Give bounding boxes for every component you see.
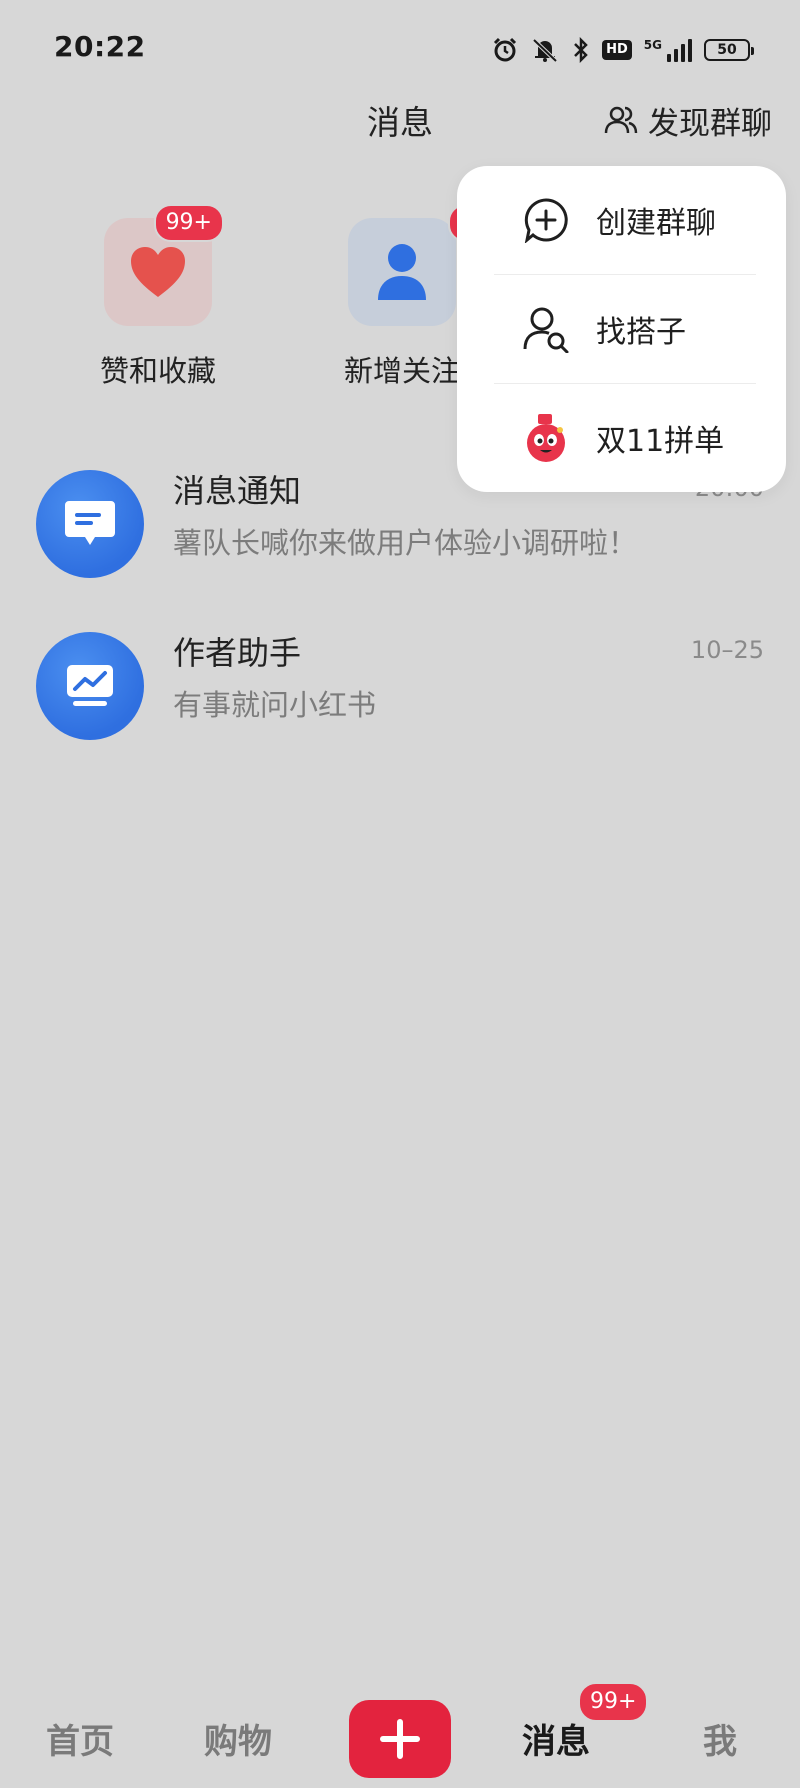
bluetooth-icon — [574, 37, 588, 63]
likes-count-badge: 99+ — [153, 204, 224, 242]
message-title: 消息通知 — [173, 472, 302, 510]
menu-item-double11-group-buy[interactable]: 双11拼单 — [457, 384, 786, 492]
battery-level: 50 — [717, 42, 737, 58]
person-icon — [378, 244, 426, 300]
bottom-nav: 首页 购物 消息 99+ 我 — [0, 1682, 800, 1788]
nav-home[interactable]: 首页 — [46, 1714, 114, 1763]
signal-icon: 5G — [643, 37, 692, 62]
discover-group-label: 发现群聊 — [648, 105, 772, 142]
plus-icon — [380, 1719, 420, 1759]
nav-messages[interactable]: 消息 — [522, 1714, 590, 1763]
tile-label: 赞和收藏 — [99, 354, 216, 388]
message-preview: 有事就问小红书 — [173, 688, 377, 722]
alarm-icon — [494, 37, 517, 62]
menu-item-find-partner[interactable]: 找搭子 — [457, 275, 786, 383]
message-time: 10–25 — [690, 636, 764, 664]
messages-nav-badge: 99+ — [578, 1682, 649, 1722]
hd-icon: HD — [602, 40, 632, 60]
mascot-icon — [522, 414, 570, 462]
list-item[interactable]: 作者助手 有事就问小红书 10–25 — [0, 622, 800, 762]
nav-me[interactable]: 我 — [703, 1714, 737, 1763]
people-icon — [604, 106, 638, 134]
mute-bell-icon — [532, 38, 558, 63]
menu-item-label: 创建群聊 — [596, 206, 716, 241]
add-chat-icon — [522, 196, 570, 244]
battery-icon: 50 — [704, 39, 754, 61]
network-label: 5G — [643, 37, 662, 52]
discover-group-button[interactable]: 发现群聊 — [604, 96, 772, 144]
tile-likes-favorites[interactable]: 99+ 赞和收藏 — [78, 204, 238, 390]
group-chat-popup-menu: 创建群聊 找搭子 双11拼单 — [457, 166, 786, 492]
find-person-icon — [522, 305, 570, 353]
chat-bubble-icon — [65, 501, 115, 545]
message-title: 作者助手 — [173, 634, 302, 672]
status-time: 20:22 — [54, 30, 146, 63]
chart-board-icon — [67, 665, 113, 706]
nav-shopping[interactable]: 购物 — [204, 1714, 272, 1763]
heart-icon — [131, 247, 185, 297]
tile-icon-box: 7 — [348, 204, 486, 326]
status-icons: HD 5G 50 — [492, 30, 754, 70]
menu-item-label: 双11拼单 — [596, 424, 725, 459]
author-assistant-avatar — [36, 632, 144, 740]
menu-item-label: 找搭子 — [596, 315, 686, 350]
notification-avatar — [36, 470, 144, 578]
tile-icon-box: 99+ — [104, 204, 224, 326]
menu-item-create-group[interactable]: 创建群聊 — [457, 166, 786, 274]
publish-button[interactable] — [349, 1700, 451, 1778]
message-preview: 薯队长喊你来做用户体验小调研啦！ — [173, 526, 638, 560]
